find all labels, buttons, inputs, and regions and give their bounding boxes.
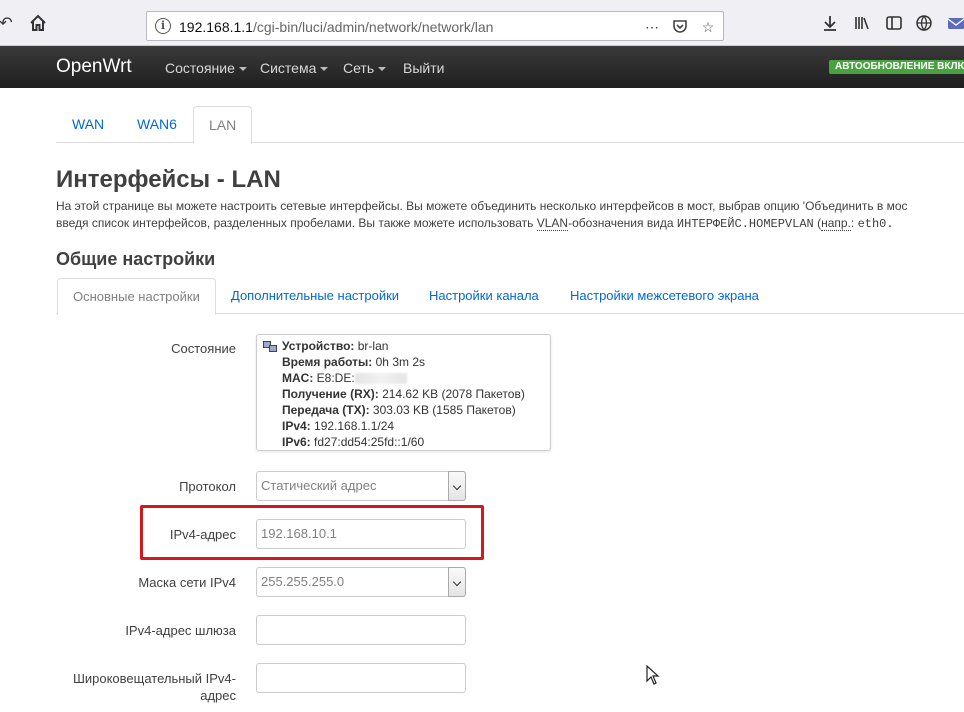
protocol-select[interactable]: Статический адрес [256,471,466,501]
main-navbar: OpenWrt Состояние Система Сеть Выйти [0,46,964,88]
auto-refresh-badge[interactable]: АВТООБНОВЛЕНИЕ ВКЛЮ [829,60,964,74]
page-description: На этой странице вы можете настроить сет… [56,198,964,233]
tab-wan6[interactable]: WAN6 [122,106,192,143]
tab-firewall-settings[interactable]: Настройки межсетевого экрана [555,278,774,314]
netmask-value: 255.255.255.0 [261,574,345,589]
protocol-label: Протокол [179,479,236,494]
page-title: Интерфейсы - LAN [56,166,281,193]
nav-logout[interactable]: Выйти [403,60,444,76]
nav-system[interactable]: Система [260,60,329,76]
url-text[interactable]: 192.168.1.1/cgi-bin/luci/admin/network/n… [179,19,493,35]
tab-advanced-settings[interactable]: Дополнительные настройки [216,278,414,314]
caret-down-icon [320,67,329,72]
chevron-down-icon[interactable] [448,567,466,597]
caret-down-icon [378,67,387,72]
desc-line-1: На этой странице вы можете настроить сет… [56,199,908,213]
brand-logo[interactable]: OpenWrt [56,56,132,78]
tab-basic-settings[interactable]: Основные настройки [57,278,216,315]
back-icon[interactable]: ↶ [0,14,16,34]
mail-icon[interactable] [946,14,964,34]
sidebar-icon[interactable] [884,14,904,34]
tab-physical-settings[interactable]: Настройки канала [414,278,554,314]
bookmark-star-icon[interactable]: ☆ [699,18,717,36]
settings-tabs: Основные настройки Дополнительные настро… [56,278,964,315]
nav-network[interactable]: Сеть [343,60,387,76]
download-icon[interactable] [820,14,840,34]
netmask-select[interactable]: 255.255.255.0 [256,567,466,597]
protocol-value: Статический адрес [261,478,377,493]
more-icon[interactable]: ⋯ [643,18,661,36]
ipv4-address-label: IPv4-адрес [169,527,236,542]
section-title: Общие настройки [56,249,216,269]
gateway-label: IPv4-адрес шлюза [125,623,236,638]
status-rx: Получение (RX): 214.62 KB (2078 Пакетов) [282,387,525,401]
globe-icon[interactable] [914,14,934,34]
broadcast-label: Широковещательный IPv4- адрес [72,671,236,703]
netmask-label: Маска сети IPv4 [138,575,236,590]
pocket-icon[interactable] [671,18,689,36]
library-icon[interactable] [852,14,872,34]
status-uptime: Время работы: 0h 3m 2s [282,355,425,369]
desc-line-2: введя список интерфейсов, разделенных пр… [56,216,894,231]
info-icon[interactable]: i [155,18,171,34]
status-ipv4: IPv4: 192.168.1.1/24 [282,419,395,433]
nav-status[interactable]: Состояние [165,60,247,76]
home-icon[interactable] [28,14,48,34]
tab-wan[interactable]: WAN [57,106,119,143]
caret-down-icon [238,67,247,72]
gateway-input[interactable] [256,615,466,645]
status-mac: MAC: E8:DE: [282,370,525,386]
status-device: Устройство: br-lan [282,339,389,353]
status-ipv6: IPv6: fd27:dd54:25fd::1/60 [282,435,425,449]
mouse-cursor-icon [646,665,660,685]
tab-lan[interactable]: LAN [193,106,253,144]
status-box: Устройство: br-lan Время работы: 0h 3m 2… [256,334,551,451]
ipv4-address-value: 192.168.10.1 [261,526,337,541]
address-bar[interactable]: i 192.168.1.1/cgi-bin/luci/admin/network… [146,11,724,41]
chevron-down-icon[interactable] [448,471,466,501]
status-label: Состояние [171,341,236,356]
status-tx: Передача (TX): 303.03 KB (1585 Пакетов) [282,403,516,417]
mac-redacted [354,373,407,385]
broadcast-input[interactable] [256,663,466,693]
network-device-icon [263,341,277,352]
browser-toolbar: ↶ i 192.168.1.1/cgi-bin/luci/admin/netwo… [0,0,964,46]
ipv4-address-input[interactable]: 192.168.10.1 [256,519,466,549]
interface-tabs: WAN WAN6 LAN [56,106,964,144]
